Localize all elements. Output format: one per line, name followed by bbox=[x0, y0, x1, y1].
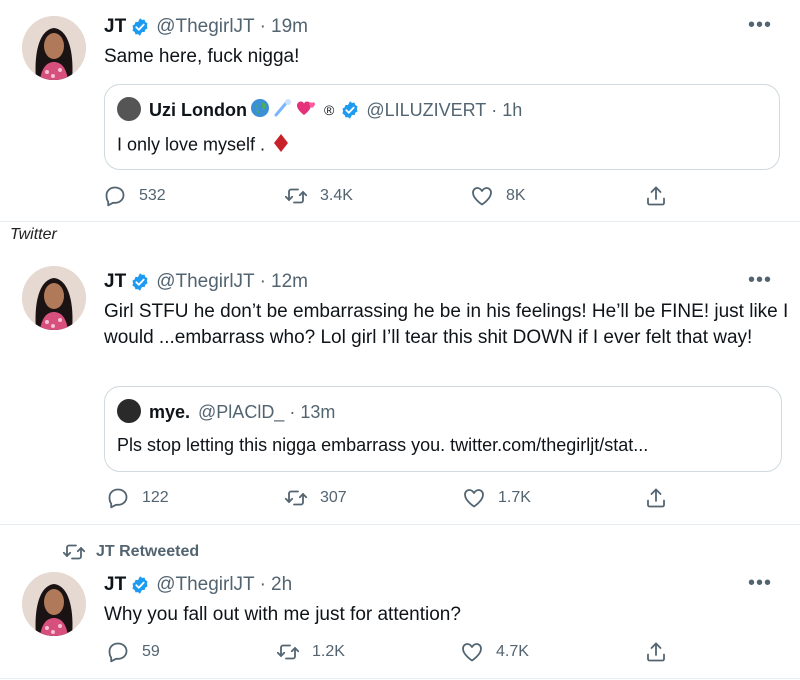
verified-badge-icon bbox=[130, 272, 150, 292]
author-handle[interactable]: @ThegirlJT bbox=[156, 16, 254, 38]
retweet-button[interactable]: 3.4K bbox=[284, 184, 353, 208]
avatar[interactable] bbox=[22, 16, 86, 80]
share-button[interactable] bbox=[644, 640, 680, 664]
image-caption: Twitter bbox=[10, 226, 57, 243]
author-handle[interactable]: @ThegirlJT bbox=[156, 574, 254, 596]
quote-author-name: Uzi London bbox=[149, 99, 247, 120]
tweet-header: JT @ThegirlJT · 19m bbox=[104, 14, 308, 40]
reply-icon bbox=[106, 640, 130, 664]
reply-icon bbox=[106, 486, 130, 510]
reply-button[interactable]: 122 bbox=[106, 486, 169, 510]
author-name[interactable]: JT bbox=[104, 271, 126, 293]
divider bbox=[0, 221, 800, 222]
more-icon[interactable]: ••• bbox=[748, 269, 772, 292]
timestamp[interactable]: 19m bbox=[271, 16, 308, 38]
tweet-text: Why you fall out with me just for attent… bbox=[104, 604, 461, 625]
retweet-count: 307 bbox=[320, 489, 347, 506]
retweet-icon bbox=[284, 184, 308, 208]
tweet-header: JT @ThegirlJT · 12m bbox=[104, 269, 308, 295]
divider bbox=[0, 524, 800, 525]
retweeted-label[interactable]: JT Retweeted bbox=[96, 543, 199, 561]
like-icon bbox=[470, 184, 494, 208]
quote-text: I only love myself . bbox=[117, 134, 266, 155]
quoted-tweet[interactable]: mye. @PlAClD_ · 13m Pls stop letting thi… bbox=[104, 386, 782, 472]
quoted-tweet[interactable]: Uzi London ® @LILUZIVERT · 1h I only lov… bbox=[104, 84, 780, 170]
like-count: 1.7K bbox=[498, 489, 531, 506]
like-button[interactable]: 1.7K bbox=[462, 486, 531, 510]
reply-icon bbox=[103, 184, 127, 208]
like-button[interactable]: 4.7K bbox=[460, 640, 529, 664]
timestamp[interactable]: 12m bbox=[271, 271, 308, 293]
reply-count: 122 bbox=[142, 489, 169, 506]
comet-emoji bbox=[273, 98, 293, 123]
quote-timestamp: 13m bbox=[300, 401, 336, 422]
tweet-2[interactable]: JT @ThegirlJT · 12m ••• Girl STFU he don… bbox=[0, 250, 800, 525]
hearts-emoji bbox=[296, 98, 318, 123]
separator-dot: · bbox=[289, 401, 296, 422]
quote-avatar bbox=[117, 399, 141, 423]
tweet-3[interactable]: JT Retweeted JT @ThegirlJT · 2h ••• Why … bbox=[0, 530, 800, 680]
tweet-actions: 122 307 1.7K bbox=[0, 486, 800, 512]
like-icon bbox=[460, 640, 484, 664]
retweet-count: 3.4K bbox=[320, 187, 353, 204]
quote-avatar bbox=[117, 97, 141, 121]
verified-badge-icon bbox=[340, 100, 360, 120]
avatar[interactable] bbox=[22, 572, 86, 636]
tweet-text: Girl STFU he don’t be embarrassing he be… bbox=[104, 301, 789, 348]
quote-timestamp: 1h bbox=[502, 99, 523, 120]
retweet-icon bbox=[62, 540, 86, 564]
quote-header: Uzi London ® @LILUZIVERT · 1h bbox=[149, 97, 522, 123]
retweet-icon bbox=[284, 486, 308, 510]
reply-count: 59 bbox=[142, 643, 160, 660]
author-name[interactable]: JT bbox=[104, 16, 126, 38]
separator-dot: · bbox=[259, 16, 266, 37]
quote-header: mye. @PlAClD_ · 13m bbox=[149, 399, 335, 425]
share-icon bbox=[644, 184, 668, 208]
verified-badge-icon bbox=[130, 575, 150, 595]
tweet-1[interactable]: JT @ThegirlJT · 19m ••• Same here, fuck … bbox=[0, 0, 800, 222]
quote-text-row: I only love myself . bbox=[117, 133, 289, 158]
author-handle[interactable]: @ThegirlJT bbox=[156, 271, 254, 293]
like-count: 4.7K bbox=[496, 643, 529, 660]
tweet-actions: 59 1.2K 4.7K bbox=[0, 640, 800, 666]
separator-dot: · bbox=[259, 271, 266, 292]
globe-emoji bbox=[250, 98, 270, 123]
reply-button[interactable]: 59 bbox=[106, 640, 160, 664]
retweet-count: 1.2K bbox=[312, 643, 345, 660]
like-icon bbox=[462, 486, 486, 510]
retweet-button[interactable]: 1.2K bbox=[276, 640, 345, 664]
verified-badge-icon bbox=[130, 17, 150, 37]
quote-author-name: mye. bbox=[149, 401, 191, 422]
retweet-icon bbox=[276, 640, 300, 664]
quote-text: Pls stop letting this nigga embarrass yo… bbox=[117, 435, 649, 455]
author-name[interactable]: JT bbox=[104, 574, 126, 596]
tweet-text: Same here, fuck nigga! bbox=[104, 46, 300, 67]
more-icon[interactable]: ••• bbox=[748, 14, 772, 37]
retweet-button[interactable]: 307 bbox=[284, 486, 347, 510]
like-button[interactable]: 8K bbox=[470, 184, 526, 208]
tweet-actions: 532 3.4K 8K bbox=[0, 184, 800, 210]
like-count: 8K bbox=[506, 187, 526, 204]
share-icon bbox=[644, 640, 668, 664]
registered-badge: ® bbox=[323, 102, 335, 118]
quote-author-handle: @LILUZIVERT bbox=[366, 99, 487, 120]
avatar[interactable] bbox=[22, 266, 86, 330]
divider bbox=[0, 678, 800, 679]
separator-dot: · bbox=[491, 99, 498, 120]
separator-dot: · bbox=[259, 574, 266, 595]
share-button[interactable] bbox=[644, 184, 680, 208]
reply-button[interactable]: 532 bbox=[103, 184, 166, 208]
tweet-header: JT @ThegirlJT · 2h bbox=[104, 572, 292, 598]
more-icon[interactable]: ••• bbox=[748, 572, 772, 595]
share-button[interactable] bbox=[644, 486, 680, 510]
timestamp[interactable]: 2h bbox=[271, 574, 292, 596]
reply-count: 532 bbox=[139, 187, 166, 204]
quote-author-handle: @PlAClD_ bbox=[198, 401, 285, 422]
retweeted-indicator: JT Retweeted bbox=[62, 540, 199, 564]
share-icon bbox=[644, 486, 668, 510]
diamond-emoji bbox=[273, 133, 289, 158]
